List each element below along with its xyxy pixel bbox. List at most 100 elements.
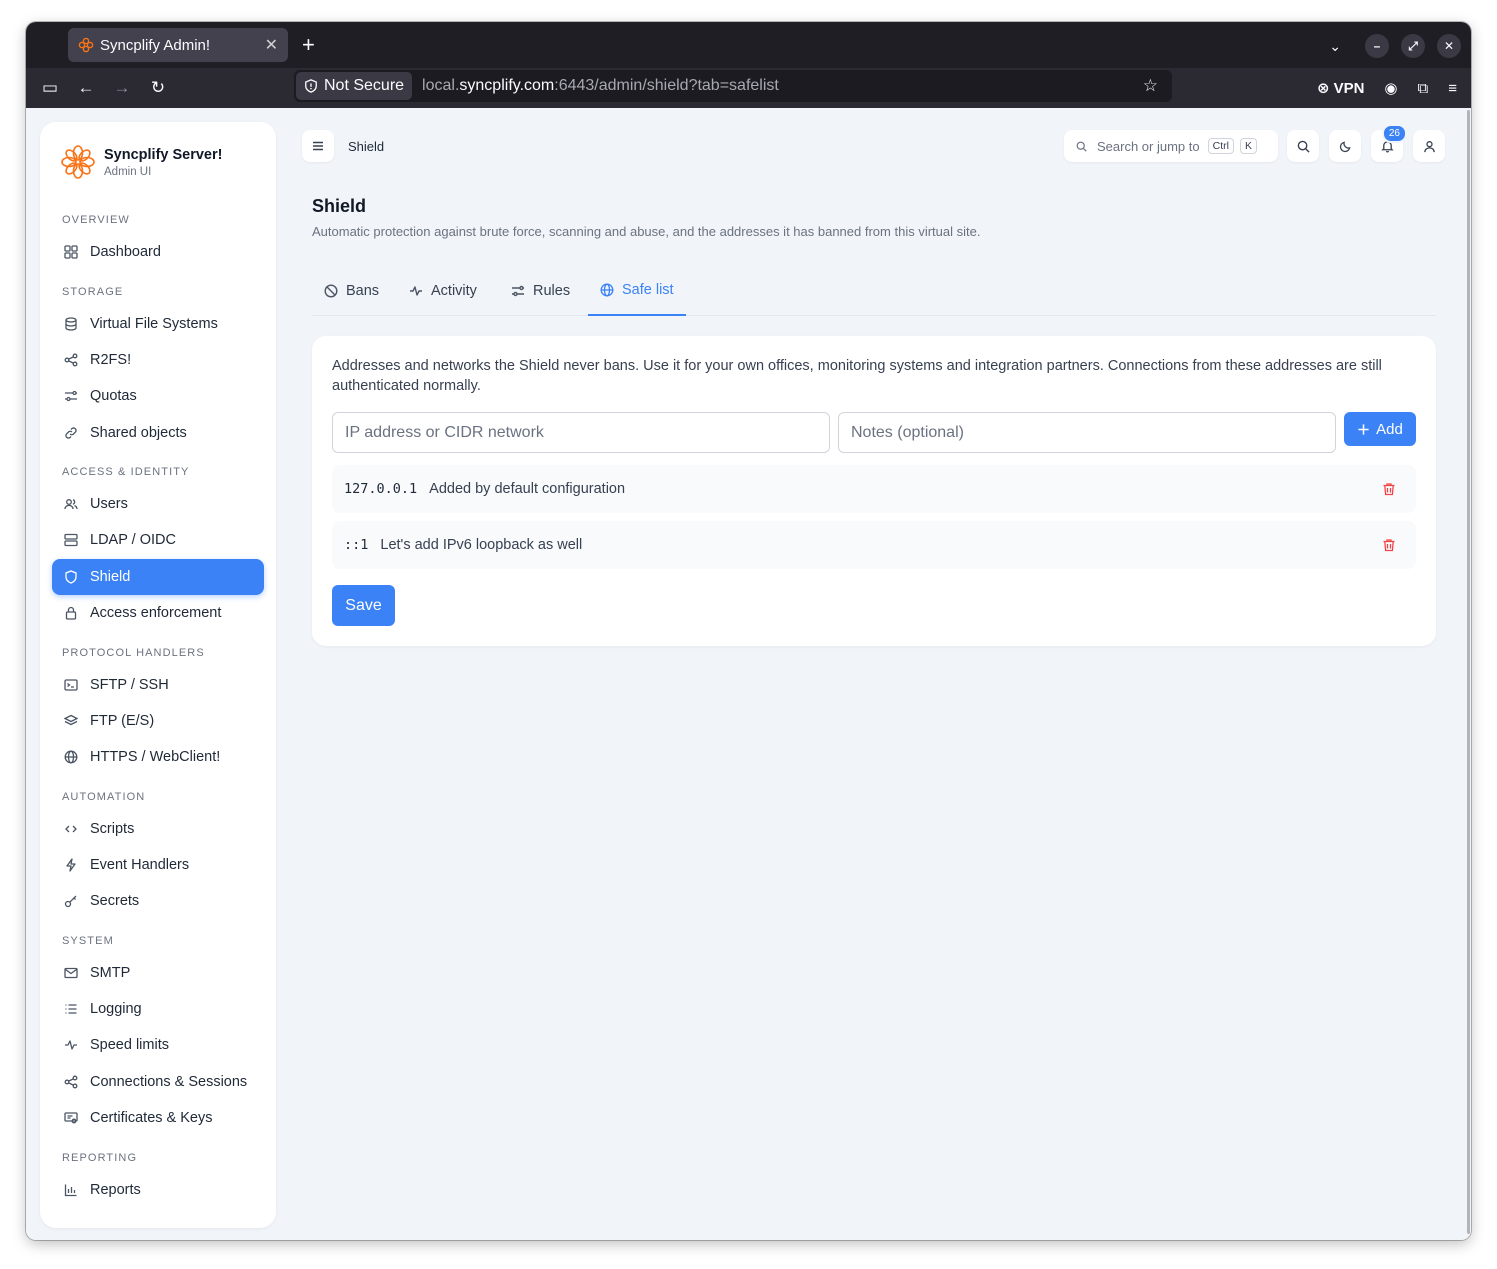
tab-close-icon[interactable]: ✕ (265, 35, 278, 55)
tab-label: Activity (431, 283, 477, 299)
search-icon (1076, 141, 1087, 152)
share-icon (64, 353, 78, 367)
browser-navbar: ▭ ← → ↻ Not Secure local.syncplify.com:6… (26, 68, 1471, 108)
layers-icon (64, 714, 78, 726)
account-icon[interactable]: ◉ (1384, 79, 1397, 97)
kbd-ctrl: Ctrl (1207, 138, 1234, 154)
sidebar-item-dashboard[interactable]: Dashboard (52, 234, 264, 270)
browser-window: Syncplify Admin! ✕ + ⌄ – ⤢ ✕ ▭ ← → ↻ Not… (26, 22, 1471, 1240)
globe-icon (600, 283, 614, 297)
sidebar-item-label: Scripts (90, 821, 135, 837)
scrollbar[interactable] (1467, 108, 1471, 1240)
safelist-row: ::1 Let's add IPv6 loopback as well (332, 521, 1416, 569)
minimize-icon[interactable]: – (1365, 34, 1389, 58)
sidebar-item-label: Users (90, 496, 128, 512)
maximize-icon[interactable]: ⤢ (1401, 34, 1425, 58)
bookmark-star-icon[interactable]: ☆ (1143, 76, 1158, 96)
section-overview: OVERVIEW (62, 214, 130, 226)
tab-list-chevron-down-icon[interactable]: ⌄ (1329, 38, 1341, 55)
kbd-k: K (1239, 138, 1257, 154)
notifications-button[interactable]: 26 (1371, 124, 1407, 162)
hamburger-icon (313, 141, 323, 151)
section-system: SYSTEM (62, 935, 114, 947)
back-arrow-icon[interactable]: ← (68, 78, 104, 98)
grid-icon (64, 245, 78, 259)
tab-safe-list[interactable]: Safe list (588, 266, 686, 316)
sidebar-item-connections-sessions[interactable]: Connections & Sessions (52, 1064, 264, 1100)
sidebar-item-secrets[interactable]: Secrets (52, 883, 264, 919)
not-secure-badge[interactable]: Not Secure (296, 72, 413, 100)
close-window-icon[interactable]: ✕ (1437, 34, 1461, 58)
sidebar-item-shared-objects[interactable]: Shared objects (52, 415, 264, 451)
sidebar-item-quotas[interactable]: Quotas (52, 378, 264, 414)
certificate-icon (64, 1112, 78, 1124)
sidebar-item-speed-limits[interactable]: Speed limits (52, 1027, 264, 1063)
menu-icon[interactable]: ≡ (1448, 80, 1457, 97)
sidebar-item-event-handlers[interactable]: Event Handlers (52, 847, 264, 883)
search-placeholder: Search or jump to (1097, 138, 1200, 154)
list-icon (65, 1004, 77, 1014)
sidebar-item-ldap-oidc[interactable]: LDAP / OIDC (52, 522, 264, 558)
sidebar-item-users[interactable]: Users (52, 486, 264, 522)
new-tab-icon[interactable]: + (302, 32, 315, 58)
theme-toggle-button[interactable] (1329, 130, 1361, 162)
navbar-right: ⊗ VPN ◉ ⧉ ≡ (1317, 68, 1457, 108)
scrollbar-thumb[interactable] (1467, 110, 1470, 1234)
sidebar-item-shield[interactable]: Shield (52, 559, 264, 595)
window-controls: ⌄ – ⤢ ✕ (1329, 34, 1461, 58)
browser-tab[interactable]: Syncplify Admin! ✕ (68, 28, 288, 62)
sidebar-item-r2fs[interactable]: R2FS! (52, 342, 264, 378)
add-button[interactable]: Add (1344, 412, 1416, 446)
tab-rules[interactable]: Rules (499, 266, 582, 316)
page-title: Shield (312, 196, 367, 216)
sidebar-item-label: Reports (90, 1182, 141, 1198)
url-suffix: :6443/admin/shield?tab=safelist (554, 77, 779, 94)
sidebar-item-scripts[interactable]: Scripts (52, 811, 264, 847)
search-icon-button[interactable] (1287, 130, 1319, 162)
sidebar-item-label: Shield (90, 569, 131, 585)
sidebar-item-access-enforcement[interactable]: Access enforcement (52, 595, 264, 631)
forward-arrow-icon[interactable]: → (104, 78, 140, 98)
sidebar-toggle-button[interactable] (302, 130, 334, 162)
user-menu-button[interactable] (1413, 130, 1445, 162)
tab-label: Rules (533, 283, 571, 299)
sidebar-item-virtual-file-systems[interactable]: Virtual File Systems (52, 306, 264, 342)
sidebar-item-ftp[interactable]: FTP (E/S) (52, 703, 264, 739)
section-reporting: REPORTING (62, 1152, 138, 1164)
ip-address-input[interactable] (332, 412, 830, 453)
tab-bans[interactable]: Bans (312, 266, 391, 316)
share-icon (64, 1075, 78, 1089)
sidebar-item-certificates-keys[interactable]: Certificates & Keys (52, 1100, 264, 1136)
brand-name: Syncplify Server! (104, 146, 223, 163)
shield-warning-icon (305, 79, 317, 93)
search-button[interactable]: Search or jump to Ctrl K (1064, 130, 1278, 162)
notification-count-badge: 26 (1381, 124, 1407, 143)
sidebar-toggle-icon[interactable]: ▭ (32, 78, 68, 98)
notes-input[interactable] (838, 412, 1336, 453)
sidebar-item-logging[interactable]: Logging (52, 991, 264, 1027)
save-button[interactable]: Save (332, 585, 395, 626)
sidebar-item-https-webclient[interactable]: HTTPS / WebClient! (52, 739, 264, 775)
sidebar-item-label: Shared objects (90, 425, 187, 441)
sidebar-item-label: R2FS! (90, 352, 132, 368)
reload-icon[interactable]: ↻ (140, 78, 176, 98)
sidebar-item-label: Quotas (90, 388, 137, 404)
vpn-button[interactable]: ⊗ VPN (1317, 79, 1365, 98)
not-secure-label: Not Secure (324, 77, 405, 94)
users-icon (64, 499, 78, 510)
activity-icon (65, 1040, 77, 1050)
sidebar-item-smtp[interactable]: SMTP (52, 955, 264, 991)
sidebar-item-sftp-ssh[interactable]: SFTP / SSH (52, 667, 264, 703)
sidebar-item-label: LDAP / OIDC (90, 532, 176, 548)
safelist-address: ::1 (344, 537, 369, 553)
trash-icon[interactable] (1382, 538, 1396, 552)
sidebar-item-reports[interactable]: Reports (52, 1172, 264, 1208)
extensions-icon[interactable]: ⧉ (1418, 80, 1429, 97)
activity-icon (410, 286, 422, 296)
url-bar[interactable]: Not Secure local.syncplify.com:6443/admi… (294, 70, 1172, 102)
sidebar-item-label: HTTPS / WebClient! (90, 749, 221, 765)
vpn-label: VPN (1333, 79, 1365, 97)
trash-icon[interactable] (1382, 482, 1396, 496)
brand[interactable]: Syncplify Server! Admin UI (60, 144, 222, 180)
tab-activity[interactable]: Activity (397, 266, 489, 316)
